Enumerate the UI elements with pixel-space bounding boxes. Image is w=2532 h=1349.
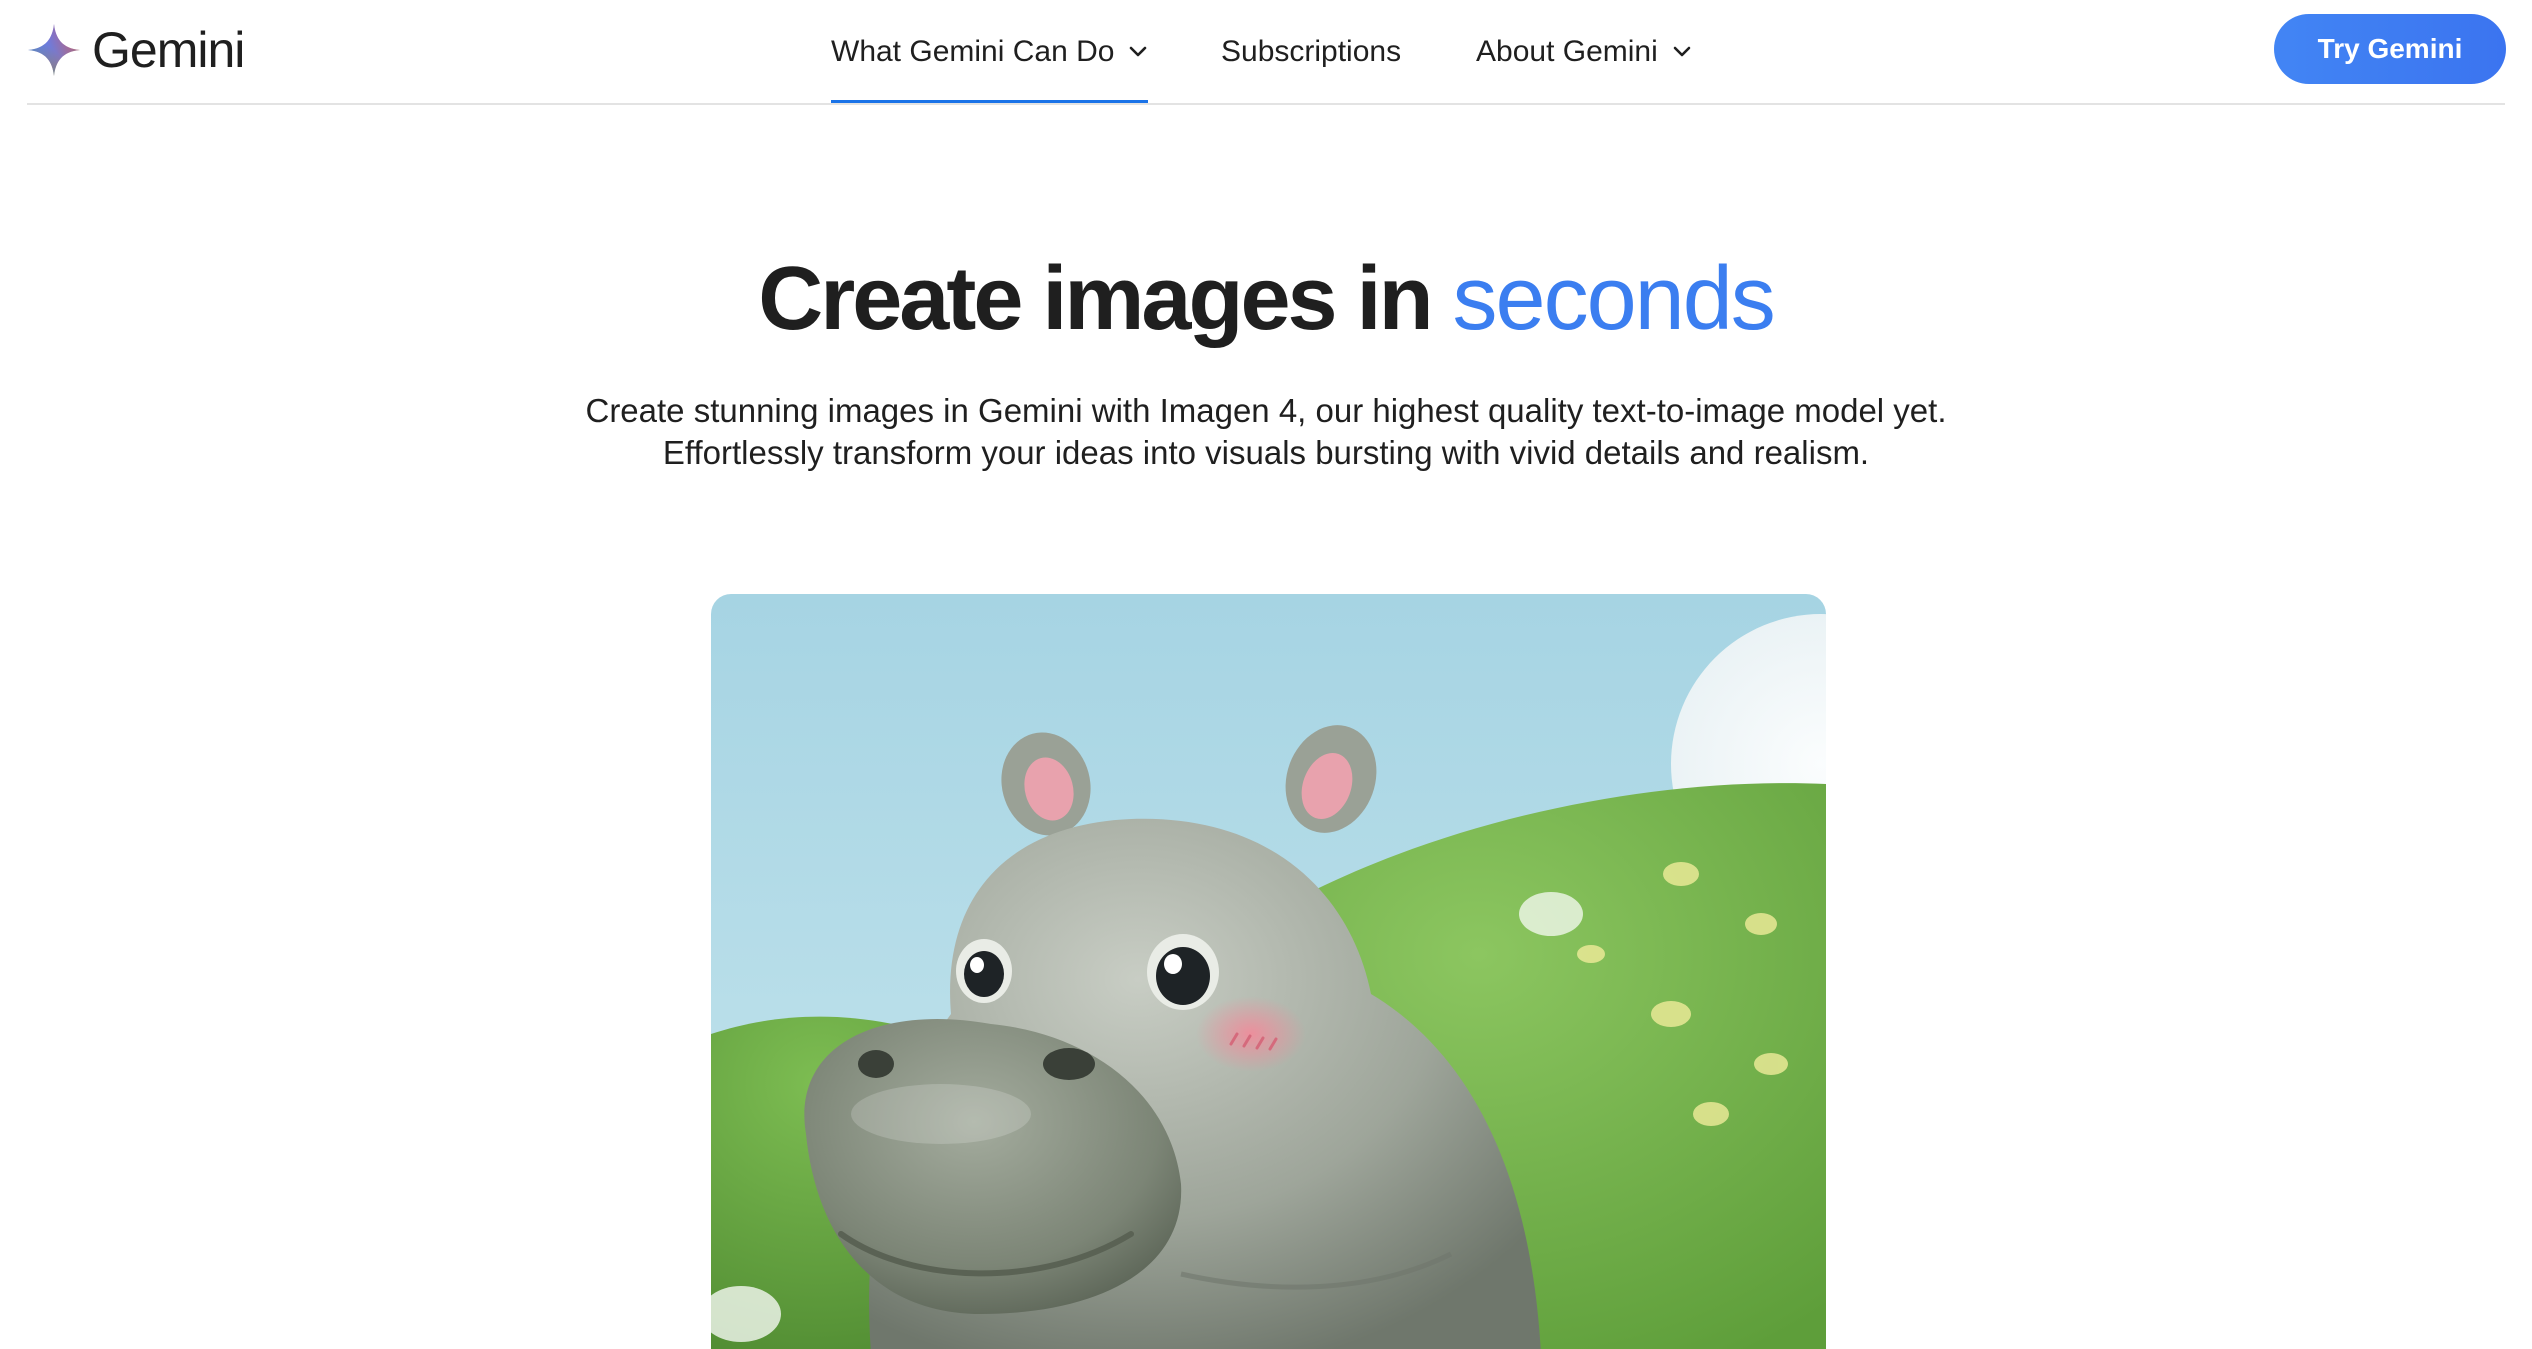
hero-subtitle-line-2: Effortlessly transform your ideas into v… (662, 434, 1870, 471)
header-divider (27, 103, 2505, 105)
nav-about-gemini-label: About Gemini (1476, 35, 1658, 68)
hero-subtitle: Create stunning images in Gemini with Im… (0, 390, 2532, 474)
chevron-down-icon (1130, 46, 1147, 57)
try-gemini-button[interactable]: Try Gemini (2274, 14, 2506, 84)
page: Gemini What Gemini Can Do Subscriptions … (0, 0, 2532, 1349)
site-header: Gemini What Gemini Can Do Subscriptions … (0, 0, 2532, 105)
nav-about-gemini[interactable]: About Gemini (1476, 0, 1692, 104)
hero-title-accent: seconds (1452, 249, 1776, 349)
main-nav: What Gemini Can Do Subscriptions About G… (0, 0, 2532, 104)
hero-title-main: Create images in (758, 249, 1453, 349)
nav-subscriptions[interactable]: Subscriptions (1221, 0, 1401, 104)
hippo-illustration (711, 594, 1826, 1349)
hero-subtitle-line-1: Create stunning images in Gemini with Im… (585, 392, 1947, 429)
nav-what-gemini-can-do-label: What Gemini Can Do (831, 35, 1115, 68)
nav-what-gemini-can-do[interactable]: What Gemini Can Do (831, 0, 1149, 104)
chevron-down-icon (1673, 46, 1691, 57)
hero-image-hippo (711, 594, 1826, 1349)
nav-subscriptions-label: Subscriptions (1221, 35, 1402, 68)
hero-title: Create images in seconds (0, 250, 2532, 349)
